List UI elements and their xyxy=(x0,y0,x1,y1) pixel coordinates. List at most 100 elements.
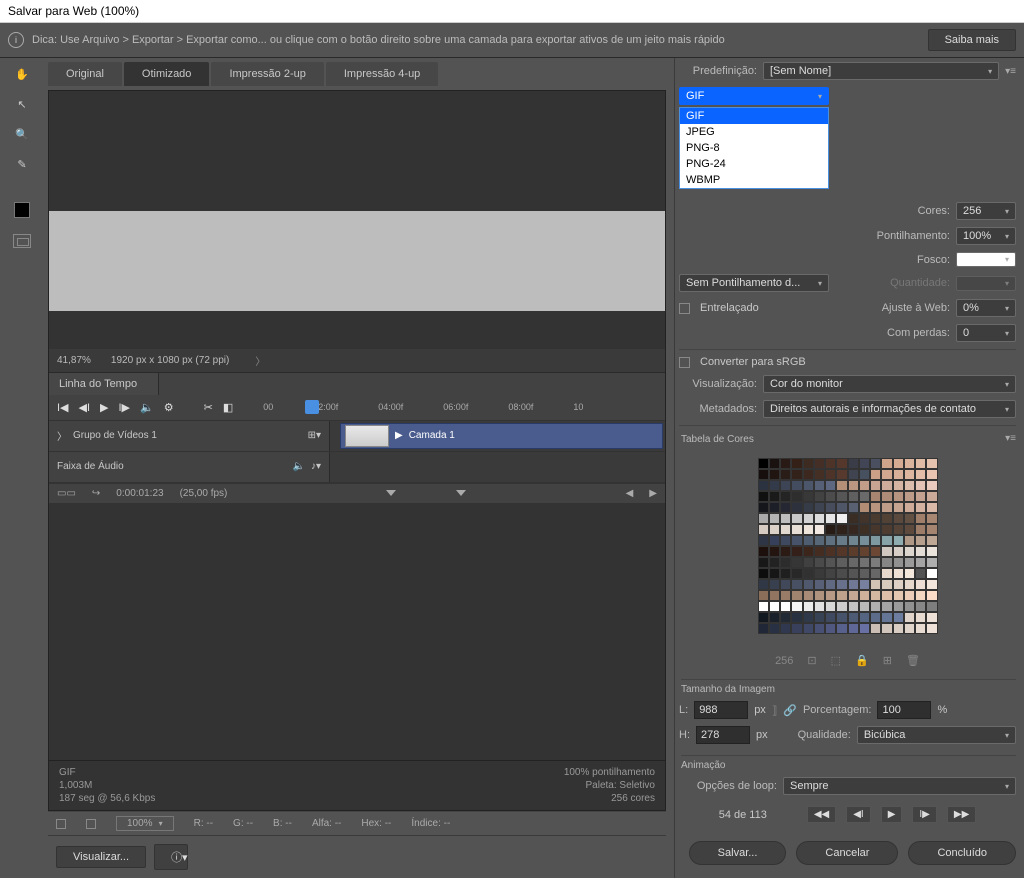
done-button[interactable]: Concluído xyxy=(908,841,1016,865)
color-swatch-cell[interactable] xyxy=(825,458,836,469)
prev-frame-nav-button[interactable]: ◀I xyxy=(846,806,870,823)
color-swatch-cell[interactable] xyxy=(893,513,904,524)
color-swatch-cell[interactable] xyxy=(769,601,780,612)
color-swatch-cell[interactable] xyxy=(848,590,859,601)
srgb-checkbox[interactable] xyxy=(679,357,690,368)
color-swatch-cell[interactable] xyxy=(791,546,802,557)
color-swatch-cell[interactable] xyxy=(769,513,780,524)
view-select[interactable]: Cor do monitor▾ xyxy=(763,375,1016,393)
color-swatch-cell[interactable] xyxy=(769,469,780,480)
color-swatch-cell[interactable] xyxy=(814,579,825,590)
color-swatch-cell[interactable] xyxy=(881,568,892,579)
zoom-out-slider[interactable] xyxy=(386,490,396,496)
color-swatch-cell[interactable] xyxy=(870,601,881,612)
quality-select[interactable]: Bicúbica▾ xyxy=(857,726,1016,744)
color-swatch-cell[interactable] xyxy=(893,469,904,480)
format-option-png24[interactable]: PNG-24 xyxy=(680,156,828,172)
color-swatch-cell[interactable] xyxy=(836,513,847,524)
color-swatch-cell[interactable] xyxy=(836,491,847,502)
color-swatch-cell[interactable] xyxy=(758,557,769,568)
color-swatch-cell[interactable] xyxy=(893,535,904,546)
color-swatch-cell[interactable] xyxy=(825,590,836,601)
color-swatch-cell[interactable] xyxy=(769,590,780,601)
color-swatch-cell[interactable] xyxy=(859,480,870,491)
color-swatch-cell[interactable] xyxy=(904,546,915,557)
color-table[interactable] xyxy=(758,458,938,648)
color-swatch-cell[interactable] xyxy=(780,513,791,524)
color-swatch-cell[interactable] xyxy=(926,546,937,557)
color-swatch-cell[interactable] xyxy=(814,458,825,469)
render-icon[interactable]: ↪ xyxy=(92,488,100,499)
color-swatch-cell[interactable] xyxy=(870,568,881,579)
color-swatch-cell[interactable] xyxy=(803,623,814,634)
color-swatch-cell[interactable] xyxy=(803,458,814,469)
trash-icon[interactable]: 🗑 xyxy=(906,654,920,667)
color-swatch-cell[interactable] xyxy=(780,579,791,590)
color-swatch-cell[interactable] xyxy=(904,535,915,546)
color-swatch-cell[interactable] xyxy=(814,480,825,491)
color-swatch-cell[interactable] xyxy=(769,524,780,535)
color-swatch-cell[interactable] xyxy=(881,502,892,513)
color-swatch-cell[interactable] xyxy=(769,557,780,568)
color-swatch-cell[interactable] xyxy=(859,458,870,469)
color-swatch-cell[interactable] xyxy=(758,546,769,557)
color-swatch-cell[interactable] xyxy=(915,458,926,469)
color-swatch-cell[interactable] xyxy=(814,612,825,623)
color-swatch-cell[interactable] xyxy=(825,524,836,535)
ct-icon-1[interactable]: ⊡ xyxy=(807,654,816,667)
first-frame-button[interactable]: ◀◀ xyxy=(807,806,836,823)
swatch-b[interactable] xyxy=(86,819,96,829)
color-swatch-cell[interactable] xyxy=(904,568,915,579)
color-swatch-cell[interactable] xyxy=(836,469,847,480)
color-swatch-cell[interactable] xyxy=(758,524,769,535)
color-swatch-cell[interactable] xyxy=(769,458,780,469)
color-swatch-cell[interactable] xyxy=(758,513,769,524)
color-swatch-cell[interactable] xyxy=(881,601,892,612)
tab-4up[interactable]: Impressão 4-up xyxy=(326,62,438,86)
color-swatch-cell[interactable] xyxy=(881,546,892,557)
color-swatch-cell[interactable] xyxy=(870,557,881,568)
color-swatch-cell[interactable] xyxy=(814,568,825,579)
color-swatch-cell[interactable] xyxy=(915,601,926,612)
color-swatch-cell[interactable] xyxy=(803,612,814,623)
color-swatch-cell[interactable] xyxy=(848,480,859,491)
slice-select-tool[interactable]: ↖ xyxy=(12,94,32,114)
color-swatch-cell[interactable] xyxy=(825,568,836,579)
color-swatch-cell[interactable] xyxy=(859,623,870,634)
color-swatch-cell[interactable] xyxy=(915,524,926,535)
color-swatch-cell[interactable] xyxy=(870,524,881,535)
settings-icon[interactable]: ⚙ xyxy=(164,401,174,414)
filmstrip-icon[interactable]: ⊞▾ xyxy=(308,430,321,441)
color-swatch-cell[interactable] xyxy=(791,524,802,535)
color-swatch-cell[interactable] xyxy=(870,469,881,480)
color-swatch-cell[interactable] xyxy=(859,546,870,557)
link-icon[interactable]: 🔗 xyxy=(783,704,797,717)
color-swatch-cell[interactable] xyxy=(926,623,937,634)
color-swatch-cell[interactable] xyxy=(758,469,769,480)
color-swatch-cell[interactable] xyxy=(780,623,791,634)
color-swatch-cell[interactable] xyxy=(904,557,915,568)
color-swatch-cell[interactable] xyxy=(825,557,836,568)
color-swatch-cell[interactable] xyxy=(859,491,870,502)
color-swatch-cell[interactable] xyxy=(814,535,825,546)
color-swatch-cell[interactable] xyxy=(803,568,814,579)
color-swatch-cell[interactable] xyxy=(780,469,791,480)
color-swatch-cell[interactable] xyxy=(791,579,802,590)
color-swatch-cell[interactable] xyxy=(848,601,859,612)
color-swatch-cell[interactable] xyxy=(791,502,802,513)
color-swatch-cell[interactable] xyxy=(926,502,937,513)
color-swatch-cell[interactable] xyxy=(904,524,915,535)
color-swatch-cell[interactable] xyxy=(791,601,802,612)
color-swatch-cell[interactable] xyxy=(915,535,926,546)
color-swatch-cell[interactable] xyxy=(780,601,791,612)
color-swatch-cell[interactable] xyxy=(859,469,870,480)
color-swatch-cell[interactable] xyxy=(915,612,926,623)
tab-original[interactable]: Original xyxy=(48,62,122,86)
interlaced-checkbox[interactable] xyxy=(679,303,690,314)
color-swatch-cell[interactable] xyxy=(881,557,892,568)
color-swatch-cell[interactable] xyxy=(926,491,937,502)
color-swatch-cell[interactable] xyxy=(780,546,791,557)
dither-algorithm-select[interactable]: Sem Pontilhamento d...▾ xyxy=(679,274,829,292)
color-swatch-cell[interactable] xyxy=(803,579,814,590)
color-swatch-cell[interactable] xyxy=(926,469,937,480)
